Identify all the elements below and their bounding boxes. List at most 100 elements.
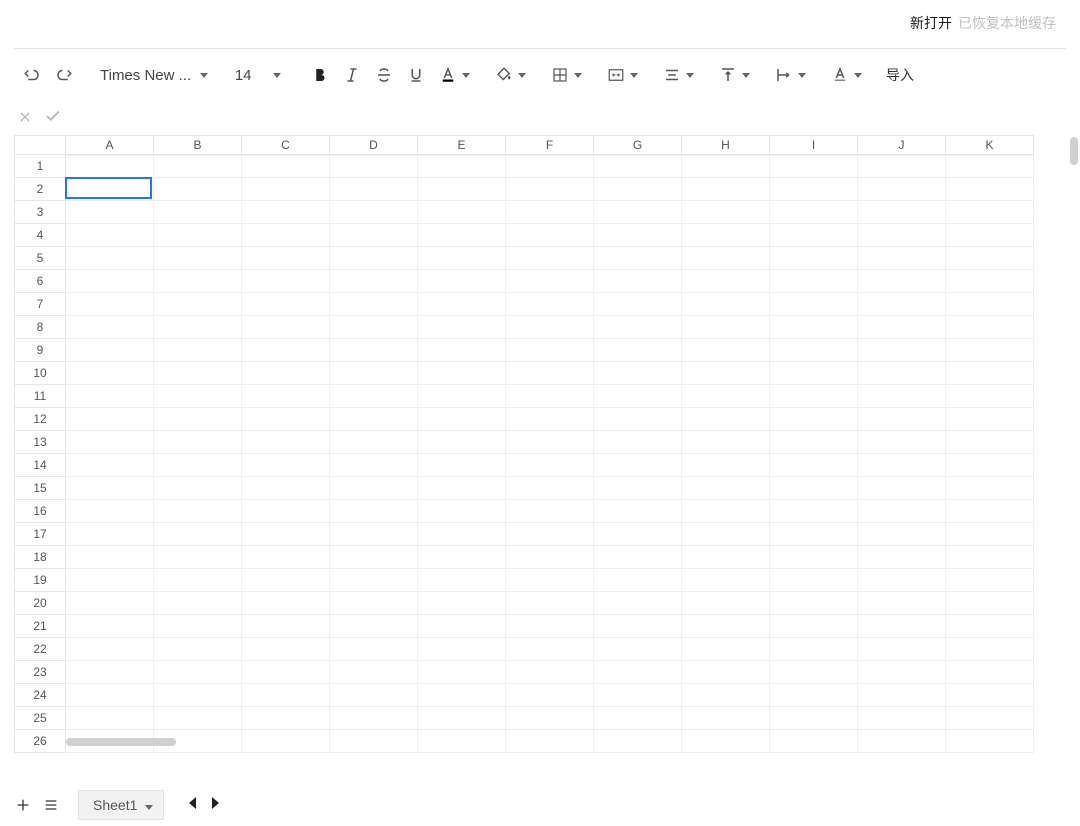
cell[interactable] — [770, 339, 858, 362]
cell[interactable] — [418, 339, 506, 362]
cell[interactable] — [242, 293, 330, 316]
cell[interactable] — [66, 270, 154, 293]
cell[interactable] — [506, 500, 594, 523]
cell[interactable] — [154, 569, 242, 592]
cell[interactable] — [594, 178, 682, 201]
cell[interactable] — [594, 615, 682, 638]
cell[interactable] — [946, 523, 1034, 546]
cell[interactable] — [858, 155, 946, 178]
cell[interactable] — [154, 684, 242, 707]
cell[interactable] — [770, 569, 858, 592]
horizontal-align-button[interactable] — [658, 59, 694, 91]
cell[interactable] — [770, 408, 858, 431]
cell[interactable] — [946, 224, 1034, 247]
cell[interactable] — [682, 408, 770, 431]
cell[interactable] — [682, 178, 770, 201]
cell[interactable] — [154, 224, 242, 247]
cell[interactable] — [330, 316, 418, 339]
cell[interactable] — [946, 431, 1034, 454]
cell[interactable] — [770, 178, 858, 201]
cell[interactable] — [418, 431, 506, 454]
cell[interactable] — [66, 523, 154, 546]
text-color-button[interactable] — [434, 59, 470, 91]
import-button[interactable]: 导入 — [882, 65, 918, 85]
row-header[interactable]: 5 — [14, 247, 66, 270]
cell[interactable] — [946, 661, 1034, 684]
cell[interactable] — [154, 500, 242, 523]
cell[interactable] — [594, 431, 682, 454]
cell[interactable] — [506, 638, 594, 661]
cell[interactable] — [506, 270, 594, 293]
cell[interactable] — [66, 638, 154, 661]
cell[interactable] — [946, 247, 1034, 270]
cell[interactable] — [242, 224, 330, 247]
cancel-edit-button[interactable] — [18, 108, 32, 129]
cell[interactable] — [330, 224, 418, 247]
cell[interactable] — [418, 661, 506, 684]
cell[interactable] — [330, 293, 418, 316]
cell[interactable] — [242, 500, 330, 523]
cell[interactable] — [946, 270, 1034, 293]
cell[interactable] — [418, 270, 506, 293]
cell[interactable] — [946, 615, 1034, 638]
cell[interactable] — [330, 431, 418, 454]
cell[interactable] — [506, 339, 594, 362]
cell[interactable] — [242, 684, 330, 707]
cell[interactable] — [506, 201, 594, 224]
cell[interactable] — [858, 316, 946, 339]
cell[interactable] — [682, 454, 770, 477]
cell[interactable] — [858, 661, 946, 684]
row-header[interactable]: 12 — [14, 408, 66, 431]
cell[interactable] — [154, 546, 242, 569]
cell[interactable] — [506, 546, 594, 569]
cell[interactable] — [946, 362, 1034, 385]
cell[interactable] — [946, 316, 1034, 339]
cell[interactable] — [242, 592, 330, 615]
cell[interactable] — [770, 362, 858, 385]
cell[interactable] — [330, 408, 418, 431]
cell[interactable] — [594, 408, 682, 431]
cell[interactable] — [858, 523, 946, 546]
cell[interactable] — [946, 569, 1034, 592]
cell[interactable] — [594, 569, 682, 592]
cell[interactable] — [330, 385, 418, 408]
cell[interactable] — [682, 707, 770, 730]
cell[interactable] — [506, 316, 594, 339]
cell[interactable] — [66, 431, 154, 454]
text-wrap-button[interactable] — [770, 59, 806, 91]
cell[interactable] — [594, 224, 682, 247]
column-header[interactable]: H — [682, 135, 770, 155]
cell[interactable] — [594, 270, 682, 293]
cell[interactable] — [594, 661, 682, 684]
cell[interactable] — [154, 362, 242, 385]
vertical-scrollbar[interactable] — [1066, 135, 1078, 782]
cell[interactable] — [506, 385, 594, 408]
cell[interactable] — [154, 201, 242, 224]
cell[interactable] — [66, 224, 154, 247]
cell[interactable] — [506, 408, 594, 431]
undo-button[interactable] — [18, 59, 46, 91]
cell[interactable] — [858, 178, 946, 201]
cell[interactable] — [770, 454, 858, 477]
cell[interactable] — [858, 684, 946, 707]
cell[interactable] — [594, 293, 682, 316]
cell[interactable] — [242, 270, 330, 293]
cell[interactable] — [594, 523, 682, 546]
font-family-select[interactable]: Times New ... — [98, 67, 210, 84]
cell[interactable] — [858, 247, 946, 270]
column-header[interactable]: A — [66, 135, 154, 155]
redo-button[interactable] — [50, 59, 78, 91]
cell[interactable] — [858, 201, 946, 224]
fill-color-button[interactable] — [490, 59, 526, 91]
cell[interactable] — [418, 247, 506, 270]
cell[interactable] — [66, 477, 154, 500]
cell[interactable] — [242, 431, 330, 454]
cell[interactable] — [506, 224, 594, 247]
cell[interactable] — [770, 477, 858, 500]
cell[interactable] — [242, 661, 330, 684]
cell[interactable] — [154, 592, 242, 615]
cell[interactable] — [154, 247, 242, 270]
cell[interactable] — [946, 155, 1034, 178]
underline-button[interactable] — [402, 59, 430, 91]
cell[interactable] — [858, 638, 946, 661]
